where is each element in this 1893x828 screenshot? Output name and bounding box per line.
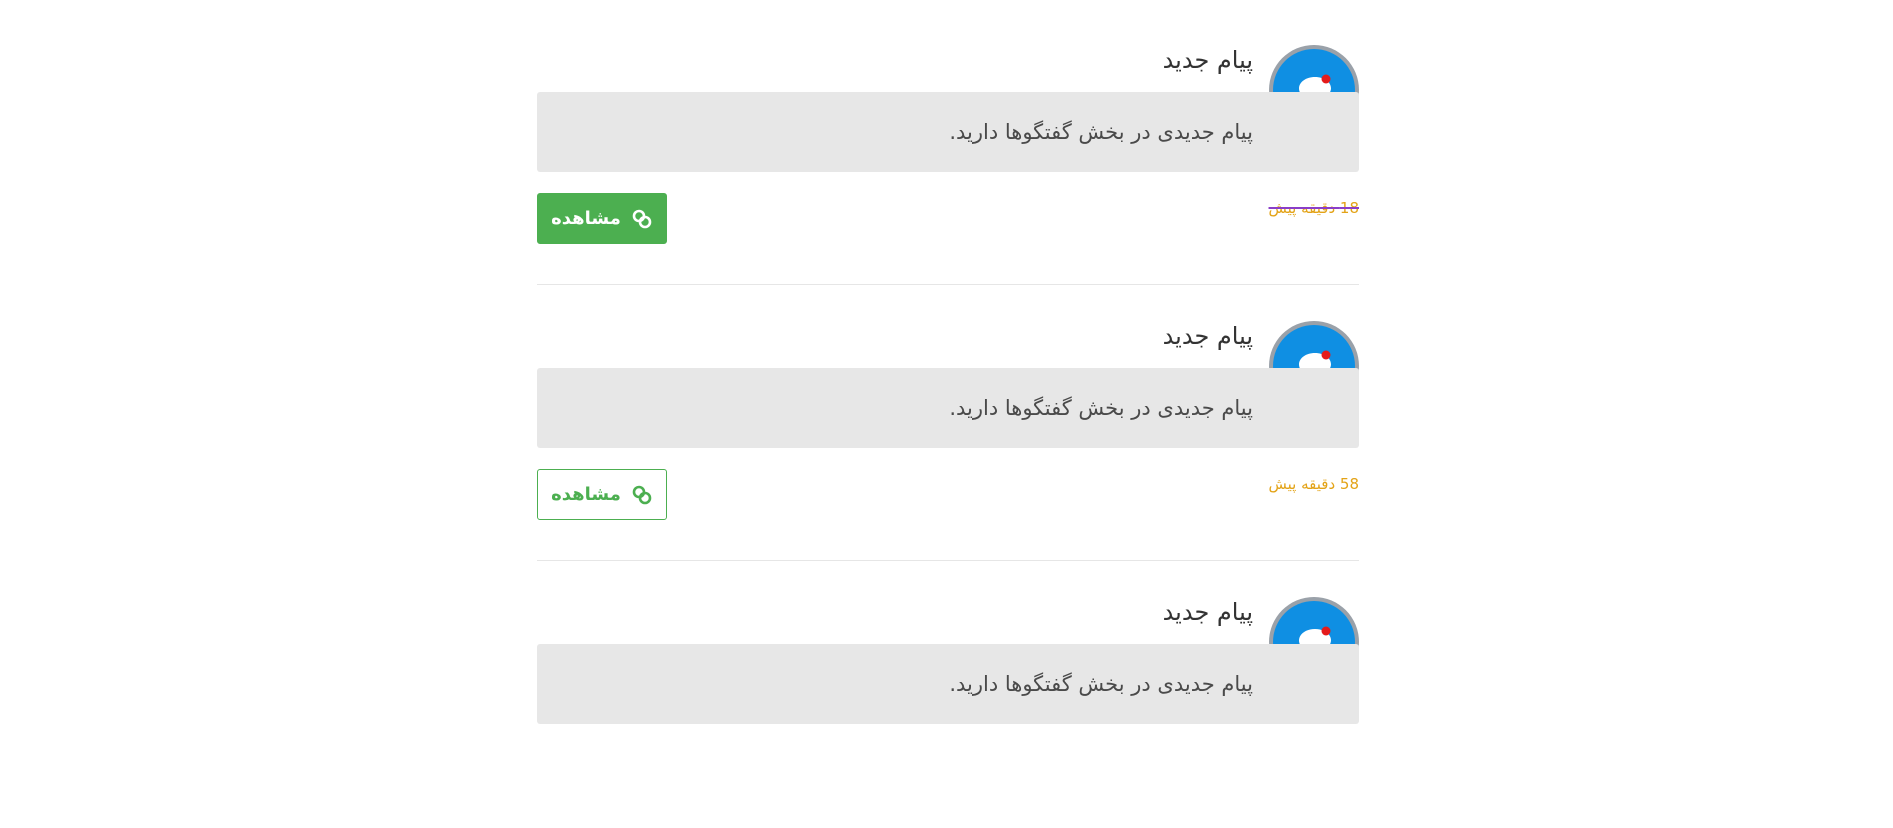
notification-body-box: پیام جدیدی در بخش گفتگوها دارید. bbox=[537, 368, 1359, 448]
notification-title: پیام جدید bbox=[1162, 598, 1253, 626]
view-button-label: مشاهده bbox=[551, 484, 621, 505]
notification-time: 18 دقیقه پیش bbox=[1268, 199, 1359, 217]
view-button[interactable]: مشاهده bbox=[537, 193, 667, 244]
view-button[interactable]: مشاهده bbox=[537, 469, 667, 520]
notification-item: پیام جدید پیام جدیدی در بخش گفتگوها داری… bbox=[537, 552, 1359, 828]
link-icon bbox=[632, 209, 652, 228]
notification-body: پیام جدیدی در بخش گفتگوها دارید. bbox=[949, 120, 1253, 144]
unread-dot-icon bbox=[1321, 350, 1331, 360]
notification-body-box: پیام جدیدی در بخش گفتگوها دارید. bbox=[537, 644, 1359, 724]
notification-time: 58 دقیقه پیش bbox=[1268, 475, 1359, 493]
notification-title: پیام جدید bbox=[1162, 322, 1253, 350]
link-icon bbox=[632, 485, 652, 504]
notification-body-box: پیام جدیدی در بخش گفتگوها دارید. bbox=[537, 92, 1359, 172]
notification-feed: پیام جدید پیام جدیدی در بخش گفتگوها داری… bbox=[537, 0, 1359, 724]
view-button-label: مشاهده bbox=[551, 208, 621, 229]
notification-body: پیام جدیدی در بخش گفتگوها دارید. bbox=[949, 396, 1253, 420]
notification-title: پیام جدید bbox=[1162, 46, 1253, 74]
unread-dot-icon bbox=[1321, 74, 1331, 84]
unread-dot-icon bbox=[1321, 626, 1331, 636]
notification-body: پیام جدیدی در بخش گفتگوها دارید. bbox=[949, 672, 1253, 696]
notification-item: پیام جدید پیام جدیدی در بخش گفتگوها داری… bbox=[537, 0, 1359, 285]
notification-item: پیام جدید پیام جدیدی در بخش گفتگوها داری… bbox=[537, 276, 1359, 561]
